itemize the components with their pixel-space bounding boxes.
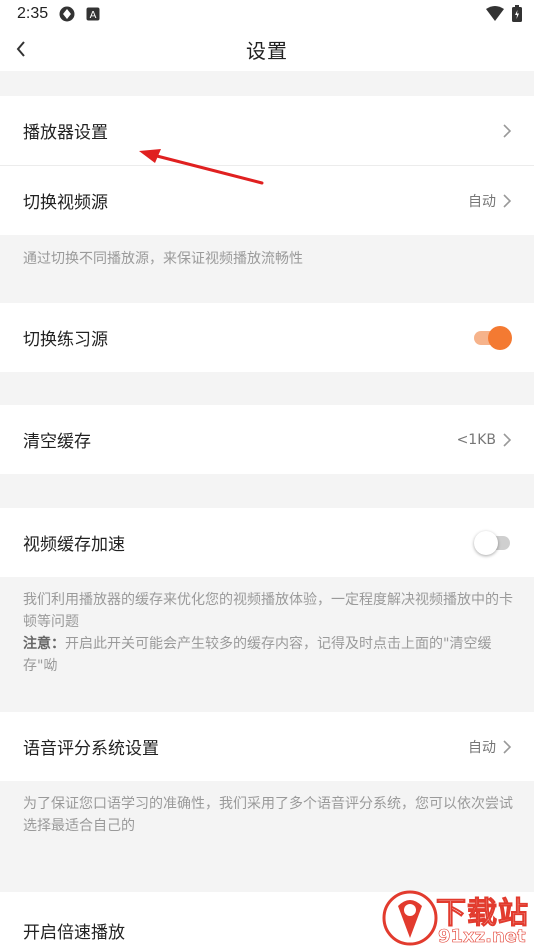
cache-warning-text: 开启此开关可能会产生较多的缓存内容，记得及时点击上面的"清空缓存"呦 bbox=[23, 636, 492, 674]
cache-warning-title: 注意： bbox=[23, 636, 65, 652]
chevron-right-icon bbox=[503, 739, 512, 754]
annotation-arrow-icon bbox=[139, 149, 264, 185]
switch-practice-source-row: 切换练习源 bbox=[0, 303, 534, 372]
watermark-url: 91xz.net bbox=[438, 926, 526, 948]
svg-text:A: A bbox=[90, 10, 97, 21]
video-cache-speedup-label: 视频缓存加速 bbox=[23, 535, 125, 555]
page-title: 设置 bbox=[246, 38, 288, 63]
toggle-thumb bbox=[488, 325, 512, 350]
voice-scoring-label: 语音评分系统设置 bbox=[23, 739, 159, 759]
speed-playback-label: 开启倍速播放 bbox=[23, 923, 125, 943]
switch-video-source-value: 自动 bbox=[468, 193, 496, 210]
chevron-right-icon bbox=[503, 432, 512, 447]
cache-note: 我们利用播放器的缓存来优化您的视频播放体验，一定程度解决视频播放中的卡顿等问题 … bbox=[23, 589, 513, 677]
battery-icon bbox=[512, 5, 522, 26]
player-settings-label: 播放器设置 bbox=[23, 123, 108, 143]
app-a-icon: A bbox=[86, 7, 100, 21]
chevron-left-icon bbox=[16, 41, 25, 57]
cache-note-line: 我们利用播放器的缓存来优化您的视频播放体验，一定程度解决视频播放中的卡顿等问题 bbox=[23, 592, 513, 630]
voice-scoring-value: 自动 bbox=[468, 739, 496, 756]
video-cache-speedup-row: 视频缓存加速 bbox=[0, 508, 534, 577]
video-source-note: 通过切换不同播放源，来保证视频播放流畅性 bbox=[23, 251, 303, 267]
vpn-icon bbox=[58, 5, 76, 23]
video-cache-toggle[interactable] bbox=[474, 530, 512, 556]
wifi-icon bbox=[486, 5, 504, 26]
status-bar: 2:35 A bbox=[0, 0, 534, 27]
switch-video-source-label: 切换视频源 bbox=[23, 193, 108, 213]
voice-scoring-note: 为了保证您口语学习的准确性，我们采用了多个语音评分系统，您可以依次尝试选择最适合… bbox=[23, 796, 513, 834]
clear-cache-row[interactable]: 清空缓存 <1KB bbox=[0, 405, 534, 474]
cache-size-value: <1KB bbox=[456, 431, 496, 448]
back-button[interactable] bbox=[10, 37, 34, 61]
clear-cache-label: 清空缓存 bbox=[23, 432, 91, 452]
status-time: 2:35 bbox=[17, 4, 49, 22]
switch-practice-source-label: 切换练习源 bbox=[23, 330, 108, 350]
toggle-thumb bbox=[474, 530, 498, 555]
title-bar: 设置 bbox=[0, 27, 534, 71]
chevron-right-icon bbox=[503, 123, 512, 138]
practice-source-toggle[interactable] bbox=[474, 325, 512, 351]
voice-scoring-row[interactable]: 语音评分系统设置 自动 bbox=[0, 712, 534, 781]
chevron-right-icon bbox=[503, 193, 512, 208]
